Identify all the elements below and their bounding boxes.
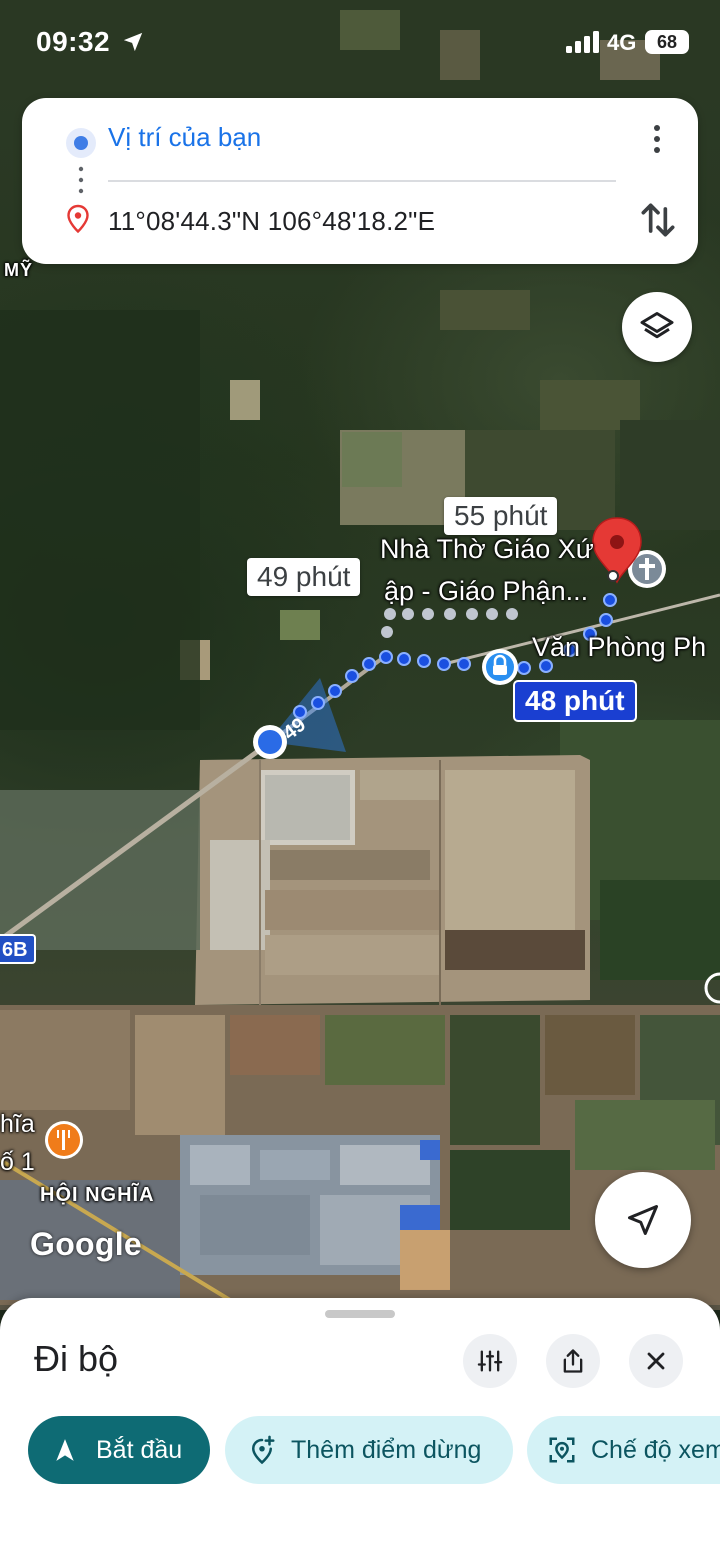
layers-button[interactable]	[622, 292, 692, 362]
route-card: Vị trí của bạn 11°08'44.3"N 106°48'18.2"…	[22, 98, 698, 264]
more-vert-icon-dot	[654, 136, 660, 142]
place-label-my: MỸ	[4, 260, 33, 280]
battery-icon: 68	[645, 30, 689, 54]
office-place-label[interactable]: Văn Phòng Ph	[532, 632, 706, 663]
preview-location-icon	[549, 1437, 575, 1463]
navigation-icon	[56, 1439, 74, 1461]
swap-icon[interactable]	[636, 198, 680, 242]
origin-field[interactable]: Vị trí của bạn	[108, 122, 261, 153]
place-label-so1: ố 1	[0, 1148, 35, 1176]
navigation-arrow-icon	[628, 1205, 658, 1235]
divider	[108, 180, 616, 182]
start-button-label: Bắt đầu	[96, 1435, 183, 1464]
status-bar: 09:32 4G 68	[0, 0, 720, 88]
add-stop-label: Thêm điểm dừng	[291, 1435, 482, 1464]
place-label-hoi-nghia: HỘI NGHĨA	[40, 1184, 155, 1206]
destination-pin-icon	[67, 204, 89, 234]
close-button[interactable]	[629, 1334, 683, 1388]
more-options-button[interactable]	[636, 116, 678, 162]
church-place-label-line2[interactable]: ập - Giáo Phận...	[384, 576, 588, 607]
start-button[interactable]: Bắt đầu	[28, 1416, 210, 1484]
more-vert-icon-dot	[654, 147, 660, 153]
route-time-main[interactable]: 48 phút	[515, 682, 635, 720]
tune-icon	[477, 1350, 503, 1372]
church-place-label[interactable]: Nhà Thờ Giáo Xứ	[380, 534, 594, 565]
location-arrow-icon	[123, 32, 143, 52]
route-options-button[interactable]	[463, 1334, 517, 1388]
status-time: 09:32	[36, 26, 111, 57]
close-icon	[647, 1352, 665, 1370]
current-location-dot	[258, 730, 282, 754]
preview-mode-label: Chế độ xem	[591, 1435, 720, 1464]
road-badge: 6B	[0, 934, 36, 964]
destination-field[interactable]: 11°08'44.3"N 106°48'18.2"E	[108, 206, 435, 237]
route-connector-icon	[78, 166, 84, 194]
bottom-sheet: Đi bộ Bắt đầu Thêm điểm dừng Chế độ xem	[0, 1298, 720, 1558]
alt-route-dots	[381, 608, 518, 638]
restaurant-icon	[45, 1121, 83, 1159]
share-button[interactable]	[546, 1334, 600, 1388]
my-location-button[interactable]	[595, 1172, 691, 1268]
lock-icon	[482, 649, 518, 685]
google-logo: Google	[30, 1226, 143, 1262]
more-vert-icon-dot	[654, 125, 660, 131]
place-label-nghia: hĩa	[0, 1110, 35, 1138]
route-time-alt2[interactable]: 49 phút	[247, 558, 361, 596]
route-time-alt1[interactable]: 55 phút	[444, 497, 558, 535]
network-type: 4G	[607, 30, 637, 55]
preview-mode-button[interactable]: Chế độ xem	[527, 1416, 720, 1484]
layers-icon	[640, 312, 674, 339]
signal-icon	[566, 31, 599, 53]
drag-handle[interactable]	[325, 1310, 395, 1318]
add-location-icon	[251, 1435, 275, 1465]
add-stop-button[interactable]: Thêm điểm dừng	[225, 1416, 513, 1484]
travel-mode-title: Đi bộ	[34, 1338, 119, 1379]
screen: 49 MỸ Nhà Thờ Giáo Xứ ập - Giáo Phận... …	[0, 0, 720, 1558]
origin-dot-icon	[66, 128, 96, 158]
share-icon	[563, 1349, 583, 1373]
